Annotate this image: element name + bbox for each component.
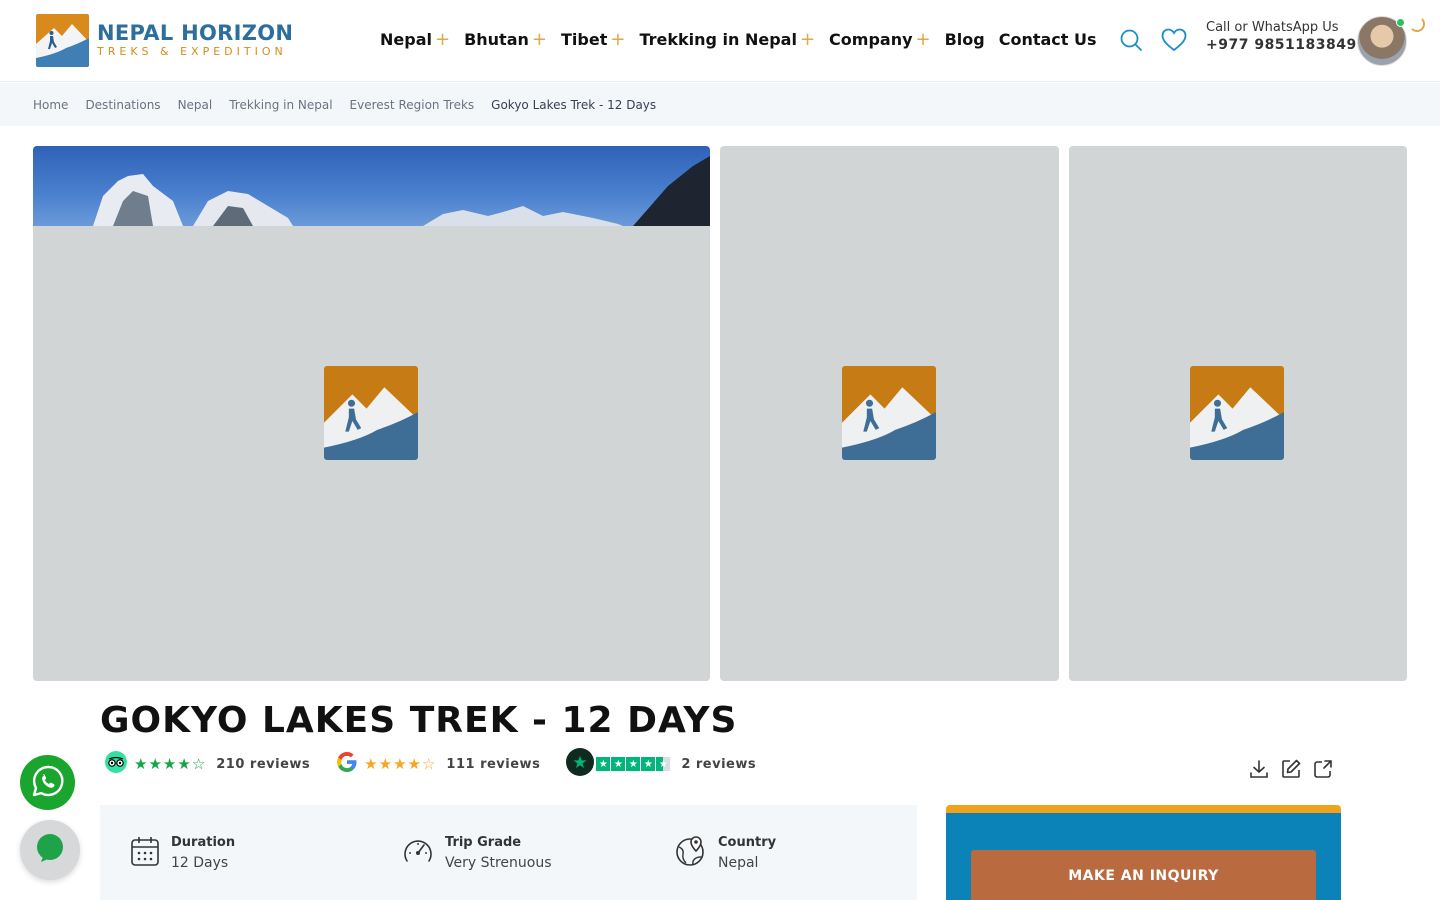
star-icon: ★ xyxy=(596,757,611,771)
trip-title: GOKYO LAKES TREK - 12 DAYS xyxy=(100,700,738,741)
star-icon: ★ xyxy=(148,754,162,773)
nav-item-label: Company xyxy=(829,30,913,49)
star-half-icon: ★ xyxy=(656,757,671,771)
google-icon xyxy=(336,751,358,777)
breadcrumb-everest-region[interactable]: Everest Region Treks xyxy=(350,98,475,112)
nav-item-label: Blog xyxy=(944,30,985,49)
gallery-image-2[interactable] xyxy=(720,146,1059,681)
nav-item-nepal[interactable]: Nepal + xyxy=(380,30,450,49)
trustpilot-review-count: 2 reviews xyxy=(681,756,757,772)
gallery-image-3[interactable] xyxy=(1069,146,1407,681)
fact-duration: Duration 12 Days xyxy=(130,835,235,871)
breadcrumb-current: Gokyo Lakes Trek - 12 Days xyxy=(491,97,657,112)
logo-subtitle: TREKS & EXPEDITION xyxy=(97,44,287,58)
logo-title: NEPAL HORIZON xyxy=(97,20,294,45)
gallery-main-image[interactable] xyxy=(33,146,710,681)
call-label: Call or WhatsApp Us xyxy=(1206,20,1339,35)
google-rating[interactable]: ★ ★ ★ ★ ☆ 111 reviews xyxy=(336,751,540,777)
nav-item-label: Tibet xyxy=(560,30,608,49)
nav-item-bhutan[interactable]: Bhutan + xyxy=(464,30,547,49)
placeholder-logo-icon xyxy=(1190,366,1284,460)
fact-value: 12 Days xyxy=(171,855,229,871)
trip-actions xyxy=(1248,758,1334,780)
plus-icon: + xyxy=(799,28,816,50)
logo-mark-icon xyxy=(36,14,89,67)
share-icon[interactable] xyxy=(1312,758,1334,780)
star-icon: ★ xyxy=(162,754,177,773)
nav-item-tibet[interactable]: Tibet + xyxy=(561,30,625,49)
nav-item-label: Contact Us xyxy=(998,30,1097,49)
star-icon: ★ xyxy=(626,757,641,771)
heart-icon[interactable] xyxy=(1161,28,1187,56)
nav-item-blog[interactable]: Blog xyxy=(945,30,985,49)
globe-pin-icon xyxy=(675,835,707,871)
calendar-icon xyxy=(130,835,160,871)
svg-text:★: ★ xyxy=(573,753,588,773)
breadcrumb-home[interactable]: Home xyxy=(33,98,68,112)
tripadvisor-icon xyxy=(104,750,128,778)
star-icon: ★ xyxy=(641,757,656,771)
placeholder-logo-icon xyxy=(842,366,936,460)
fact-label: Trip Grade xyxy=(445,835,522,850)
tripadvisor-review-count: 210 reviews xyxy=(216,756,311,772)
inquiry-card: MAKE AN INQUIRY xyxy=(946,805,1341,900)
edit-icon[interactable] xyxy=(1280,758,1302,780)
download-icon[interactable] xyxy=(1248,758,1270,780)
phone-number[interactable]: +977 9851183849 xyxy=(1206,37,1357,53)
google-review-count: 111 reviews xyxy=(446,756,541,772)
placeholder-logo-icon xyxy=(324,366,418,460)
call-whatsapp[interactable]: Call or WhatsApp Us +977 9851183849 xyxy=(1206,20,1357,53)
trustpilot-rating[interactable]: ★ ★ ★ ★ ★ ★ 2 reviews xyxy=(566,748,756,780)
breadcrumb: Home Destinations Nepal Trekking in Nepa… xyxy=(0,83,1440,126)
star-icon: ★ xyxy=(177,754,191,773)
fact-label: Duration xyxy=(171,835,236,850)
plus-icon: + xyxy=(434,28,451,50)
nav-item-company[interactable]: Company + xyxy=(829,30,931,49)
fact-country: Country Nepal xyxy=(675,835,776,871)
nav-item-label: Nepal xyxy=(380,30,432,49)
star-icon: ★ xyxy=(611,757,626,771)
online-status-dot xyxy=(1396,18,1405,27)
loading-spinner-icon xyxy=(1409,16,1425,32)
nav-item-trekking-in-nepal[interactable]: Trekking in Nepal + xyxy=(639,30,815,49)
search-icon[interactable] xyxy=(1119,28,1143,56)
star-icon: ★ xyxy=(134,754,148,773)
fact-value: Nepal xyxy=(718,855,759,871)
fact-value: Very Strenuous xyxy=(445,855,552,871)
ratings-row: ★ ★ ★ ★ ☆ 210 reviews ★ ★ ★ ★ ☆ 111 reviews ★ ★ ★… xyxy=(104,748,782,780)
fact-trip-grade: Trip Grade Very Strenuous xyxy=(402,835,552,871)
live-chat-button[interactable] xyxy=(20,820,80,880)
speedometer-icon xyxy=(402,835,434,871)
plus-icon: + xyxy=(610,28,626,50)
star-icon: ★ xyxy=(378,754,393,773)
breadcrumb-trekking-in-nepal[interactable]: Trekking in Nepal xyxy=(229,98,332,112)
plus-icon: + xyxy=(915,28,931,50)
whatsapp-icon xyxy=(31,764,65,802)
star-half-icon: ☆ xyxy=(421,754,436,773)
trustpilot-stars: ★ ★ ★ ★ ★ xyxy=(596,757,671,771)
fact-label: Country xyxy=(718,835,777,850)
main-nav: Nepal + Bhutan + Tibet + Trekking in Nepal +… xyxy=(380,30,1111,49)
plus-icon: + xyxy=(531,28,547,50)
site-header: NEPAL HORIZON TREKS & EXPEDITION Nepal + … xyxy=(0,0,1440,82)
star-icon: ★ xyxy=(393,754,407,773)
chat-icon xyxy=(34,832,66,868)
star-icon: ★ xyxy=(407,754,421,773)
nav-item-contact-us[interactable]: Contact Us xyxy=(999,30,1097,49)
google-stars: ★ ★ ★ ★ ☆ xyxy=(364,754,436,773)
tripadvisor-rating[interactable]: ★ ★ ★ ★ ☆ 210 reviews xyxy=(104,750,310,778)
breadcrumb-destinations[interactable]: Destinations xyxy=(85,98,160,112)
whatsapp-button[interactable] xyxy=(20,755,75,810)
trustpilot-icon: ★ xyxy=(566,748,595,780)
trip-facts: Duration 12 Days Trip Grade Very Strenuo… xyxy=(100,805,917,900)
nav-item-label: Trekking in Nepal xyxy=(639,30,797,49)
nav-item-label: Bhutan xyxy=(464,30,529,49)
mountain-photo xyxy=(33,146,710,226)
make-inquiry-button[interactable]: MAKE AN INQUIRY xyxy=(971,850,1316,900)
breadcrumb-nepal[interactable]: Nepal xyxy=(178,98,213,112)
site-logo[interactable]: NEPAL HORIZON TREKS & EXPEDITION xyxy=(36,14,293,67)
tripadvisor-stars: ★ ★ ★ ★ ☆ xyxy=(134,754,206,773)
star-half-icon: ☆ xyxy=(191,754,206,773)
star-icon: ★ xyxy=(364,754,378,773)
